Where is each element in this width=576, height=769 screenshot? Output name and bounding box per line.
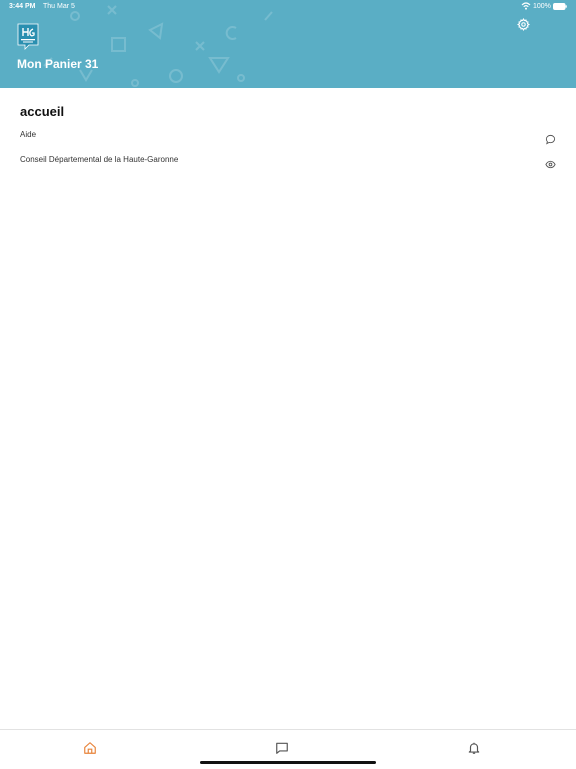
- message-icon: [276, 742, 288, 754]
- chat-bubble-icon: [545, 130, 556, 145]
- section-title: accueil: [20, 104, 65, 119]
- battery-percentage: 100%: [533, 3, 551, 10]
- bell-icon: [468, 742, 480, 754]
- list-item-label: Aide: [20, 130, 37, 139]
- gear-icon: [517, 18, 530, 31]
- app-logo: [17, 23, 39, 50]
- list-item-conseil[interactable]: Conseil Départemental de la Haute-Garonn…: [0, 150, 576, 172]
- battery-icon: [553, 3, 567, 12]
- settings-button[interactable]: [515, 16, 532, 33]
- eye-icon: [545, 155, 556, 169]
- tab-messages[interactable]: [275, 740, 289, 754]
- home-indicator: [200, 761, 376, 764]
- app-title: Mon Panier 31: [17, 57, 99, 71]
- list-item-aide[interactable]: Aide: [0, 125, 576, 147]
- home-icon: [84, 742, 96, 754]
- list-item-label: Conseil Départemental de la Haute-Garonn…: [20, 155, 179, 164]
- tab-home[interactable]: [83, 740, 97, 754]
- app-header: 3:44 PM Thu Mar 5 100% Mon Panier 31: [0, 0, 576, 88]
- wifi-icon: [521, 2, 531, 12]
- tab-notifications[interactable]: [467, 740, 481, 754]
- status-date: Thu Mar 5: [43, 3, 75, 10]
- status-bar: 3:44 PM Thu Mar 5 100%: [0, 0, 576, 14]
- status-time: 3:44 PM: [9, 3, 36, 10]
